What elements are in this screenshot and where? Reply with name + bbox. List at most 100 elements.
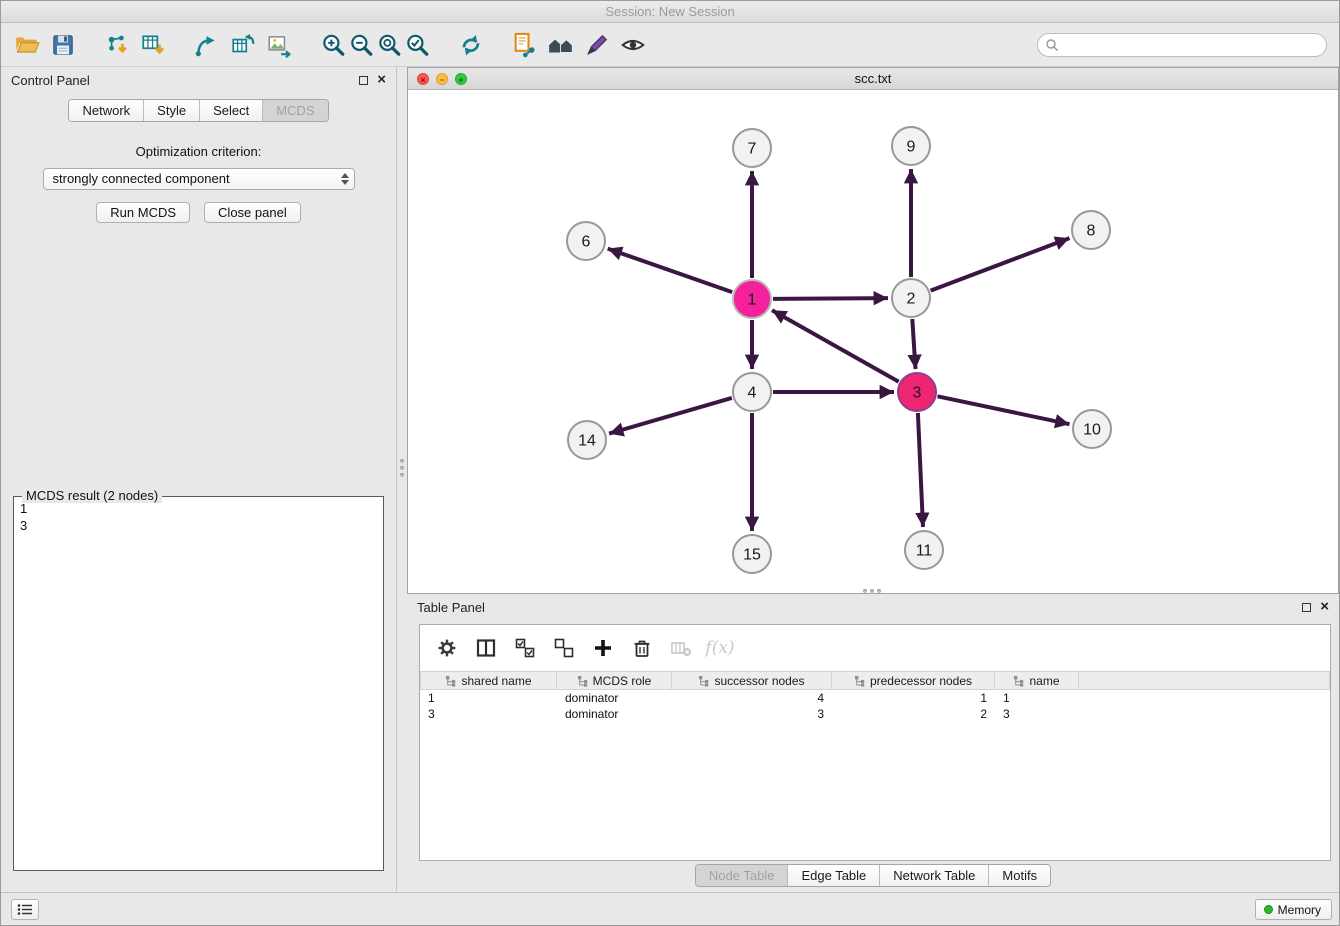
- svg-text:1: 1: [748, 292, 757, 309]
- column-header-shared-name[interactable]: shared name: [420, 671, 557, 690]
- table-settings-gear-icon[interactable]: [434, 635, 460, 661]
- table-cell[interactable]: 3: [672, 706, 832, 722]
- float-table-panel-icon[interactable]: [1302, 603, 1311, 612]
- close-panel-button[interactable]: Close panel: [204, 202, 301, 223]
- column-header-predecessor-nodes[interactable]: predecessor nodes: [832, 671, 995, 690]
- style-icon[interactable]: [583, 31, 611, 59]
- graph-edge-1-6[interactable]: [608, 249, 733, 293]
- minimize-window-icon[interactable]: −: [436, 73, 448, 85]
- network-graph[interactable]: 7 9 6 8 1 2 4 3 14 10 15 11: [408, 90, 1338, 593]
- table-panel-header: Table Panel ×: [407, 594, 1339, 620]
- zoom-out-icon[interactable]: [347, 31, 375, 59]
- new-table-icon[interactable]: [229, 31, 257, 59]
- table-cell[interactable]: 4: [672, 690, 832, 706]
- horizontal-splitter-grip[interactable]: [863, 589, 881, 593]
- table-tab-node-table[interactable]: Node Table: [696, 865, 788, 886]
- eye-icon[interactable]: [619, 31, 647, 59]
- optimization-criterion-label: Optimization criterion:: [1, 144, 396, 159]
- table-cell[interactable]: 2: [832, 706, 995, 722]
- add-column-icon[interactable]: [590, 635, 616, 661]
- graph-edge-2-8[interactable]: [931, 238, 1070, 291]
- mcds-result-box: MCDS result (2 nodes) 13: [13, 496, 384, 871]
- select-all-icon[interactable]: [512, 635, 538, 661]
- graph-node-11[interactable]: 11: [905, 531, 943, 569]
- export-network-icon[interactable]: [511, 31, 539, 59]
- tab-select[interactable]: Select: [199, 100, 262, 121]
- table-cell[interactable]: dominator: [557, 706, 672, 722]
- graph-edge-3-11[interactable]: [918, 413, 923, 527]
- tab-network[interactable]: Network: [69, 100, 143, 121]
- deselect-all-icon[interactable]: [551, 635, 577, 661]
- table-cell[interactable]: dominator: [557, 690, 672, 706]
- export-image-icon[interactable]: [265, 31, 293, 59]
- import-network-icon[interactable]: [103, 31, 131, 59]
- graph-edge-4-14[interactable]: [609, 398, 732, 434]
- table-tab-motifs[interactable]: Motifs: [988, 865, 1050, 886]
- zoom-fit-icon[interactable]: [375, 31, 403, 59]
- memory-button[interactable]: Memory: [1255, 899, 1332, 920]
- graph-edge-1-2[interactable]: [773, 298, 888, 299]
- mcds-result-title: MCDS result (2 nodes): [22, 488, 162, 503]
- control-panel-title: Control Panel: [11, 73, 90, 88]
- menu-list-icon: [17, 903, 33, 916]
- column-header-name[interactable]: name: [995, 671, 1079, 690]
- table-row[interactable]: 3dominator323: [420, 706, 1330, 722]
- run-mcds-button[interactable]: Run MCDS: [96, 202, 190, 223]
- table-cell-filler: [1079, 706, 1330, 722]
- graph-node-3[interactable]: 3: [898, 373, 936, 411]
- search-input[interactable]: [1037, 33, 1327, 57]
- new-network-icon[interactable]: [193, 31, 221, 59]
- svg-text:9: 9: [907, 139, 916, 156]
- import-table-icon[interactable]: [139, 31, 167, 59]
- network-canvas[interactable]: 7 9 6 8 1 2 4 3 14 10 15 11: [408, 90, 1338, 593]
- column-header-mcds-role[interactable]: MCDS role: [557, 671, 672, 690]
- graph-node-14[interactable]: 14: [568, 421, 606, 459]
- close-panel-icon[interactable]: ×: [377, 75, 386, 85]
- maximize-window-icon[interactable]: +: [455, 73, 467, 85]
- graph-node-4[interactable]: 4: [733, 373, 771, 411]
- table-cell[interactable]: 1: [420, 690, 557, 706]
- table-cell[interactable]: 3: [995, 706, 1079, 722]
- close-window-icon[interactable]: ×: [417, 73, 429, 85]
- home-icon[interactable]: [547, 31, 575, 59]
- graph-node-7[interactable]: 7: [733, 129, 771, 167]
- graph-node-2[interactable]: 2: [892, 279, 930, 317]
- float-panel-icon[interactable]: [359, 76, 368, 85]
- table-cell[interactable]: 1: [995, 690, 1079, 706]
- open-file-icon[interactable]: [13, 31, 41, 59]
- graph-node-8[interactable]: 8: [1072, 211, 1110, 249]
- graph-node-1[interactable]: 1: [733, 280, 771, 318]
- zoom-selected-icon[interactable]: [403, 31, 431, 59]
- tab-mcds[interactable]: MCDS: [262, 100, 327, 121]
- column-header-successor-nodes[interactable]: successor nodes: [672, 671, 832, 690]
- graph-node-9[interactable]: 9: [892, 127, 930, 165]
- svg-text:7: 7: [748, 141, 757, 158]
- save-session-icon[interactable]: [49, 31, 77, 59]
- graph-node-15[interactable]: 15: [733, 535, 771, 573]
- delete-column-trash-icon[interactable]: [629, 635, 655, 661]
- node-table: f(x) shared nameMCDS rolesuccessor nodes…: [419, 624, 1331, 861]
- vertical-splitter-grip[interactable]: [399, 459, 405, 477]
- table-body: 1dominator4113dominator323: [420, 690, 1330, 722]
- mcds-result-line: 3: [20, 517, 377, 534]
- application-window: Session: New Session: [0, 0, 1340, 926]
- graph-node-10[interactable]: 10: [1073, 410, 1111, 448]
- criterion-dropdown[interactable]: strongly connected component: [43, 168, 355, 190]
- show-columns-icon[interactable]: [473, 635, 499, 661]
- close-table-panel-icon[interactable]: ×: [1320, 602, 1329, 612]
- svg-text:6: 6: [582, 234, 591, 251]
- graph-edge-2-3[interactable]: [912, 319, 915, 369]
- table-tab-edge-table[interactable]: Edge Table: [787, 865, 879, 886]
- refresh-icon[interactable]: [457, 31, 485, 59]
- table-tab-network-table[interactable]: Network Table: [879, 865, 988, 886]
- zoom-in-icon[interactable]: [319, 31, 347, 59]
- table-cell[interactable]: 3: [420, 706, 557, 722]
- tab-style[interactable]: Style: [143, 100, 199, 121]
- graph-node-6[interactable]: 6: [567, 222, 605, 260]
- graph-edge-3-1[interactable]: [772, 310, 899, 381]
- table-cell[interactable]: 1: [832, 690, 995, 706]
- svg-text:8: 8: [1087, 223, 1096, 240]
- menu-list-button[interactable]: [11, 899, 39, 920]
- graph-edge-3-10[interactable]: [938, 396, 1070, 424]
- table-row[interactable]: 1dominator411: [420, 690, 1330, 706]
